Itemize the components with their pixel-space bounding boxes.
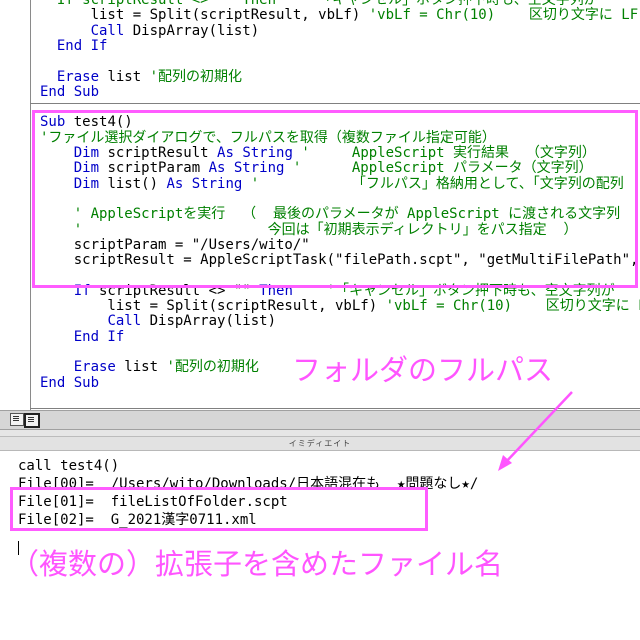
code-line: End Sub — [40, 83, 99, 101]
immediate-window-title: イミディエイト — [0, 437, 640, 451]
margin-indicator-bar — [0, 0, 31, 410]
code-token: Dim — [73, 175, 100, 192]
code-token: DispArray(list) — [124, 22, 260, 39]
procedure-separator — [30, 408, 640, 409]
code-line: End Sub — [40, 374, 99, 392]
code-token: list — [115, 359, 167, 376]
code-token: list() — [99, 175, 167, 192]
code-token: DispArray(list) — [141, 313, 277, 330]
full-module-view-icon[interactable] — [24, 413, 40, 428]
code-line: End If — [40, 328, 125, 346]
code-token: End Sub — [40, 83, 100, 100]
code-token: '配列の初期化 — [166, 359, 259, 376]
code-token: As String — [166, 175, 243, 192]
immediate-line: call test4() — [18, 458, 120, 474]
code-token: ' 「フルパス」格納用として、「文字列の配列 — [242, 175, 624, 192]
fullpath-annotation: フォルダのフルパス — [292, 353, 554, 387]
immediate-line: File[00]= /Users/wito/Downloads/日本語混在も ★… — [18, 476, 479, 492]
code-token: '配列の初期化 — [149, 68, 243, 85]
code-token: End Sub — [40, 374, 100, 391]
filename-annotation: （複数の）拡張子を含めたファイル名 — [10, 547, 504, 581]
code-line: scriptResult = AppleScriptTask("filePath… — [40, 251, 640, 269]
code-line: Dim list() As String ' 「フルパス」格納用として、「文字列… — [40, 175, 624, 193]
window-splitter[interactable] — [0, 430, 640, 437]
code-token: End If — [56, 37, 108, 54]
immediate-line: File[02]= G_2021漢字0711.xml — [18, 512, 257, 528]
procedure-view-icon[interactable] — [10, 413, 24, 426]
immediate-line: File[01]= fileListOfFolder.scpt — [18, 494, 288, 510]
code-token: list — [99, 68, 150, 85]
code-token: 'vbLf = Chr(10) 区切り文字に LF — [368, 7, 639, 24]
code-token: scriptResult = AppleScriptTask("filePath… — [40, 252, 640, 269]
procedure-separator — [30, 103, 640, 104]
code-token: End If — [73, 328, 125, 345]
code-line: End If — [40, 37, 108, 55]
code-token: 'vbLf = Chr(10) 区切り文字に LF — [385, 298, 640, 314]
code-window-status-bar — [0, 410, 640, 430]
